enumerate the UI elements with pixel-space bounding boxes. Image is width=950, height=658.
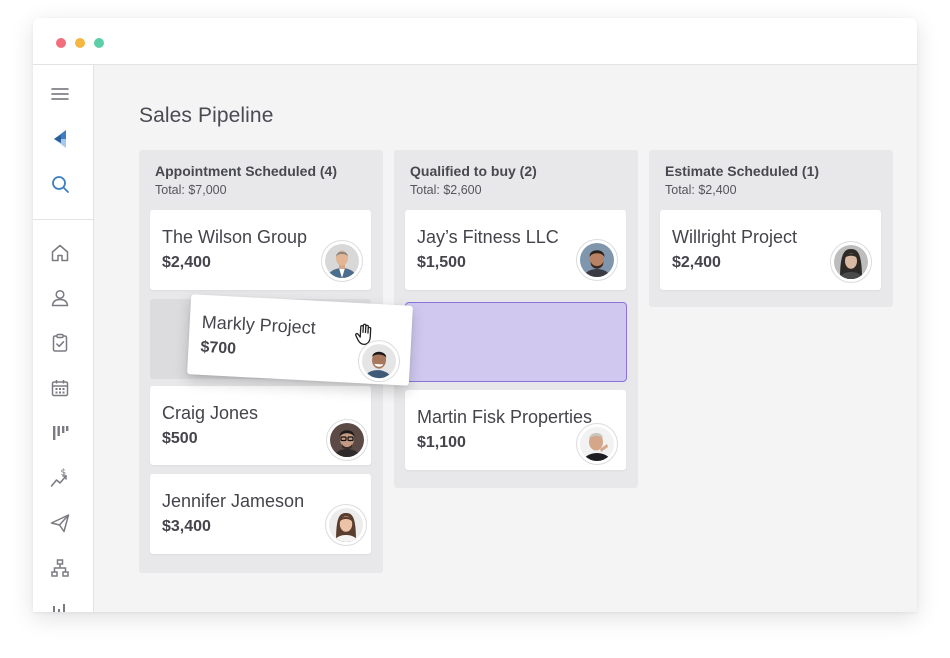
deal-name: Jay’s Fitness LLC (417, 227, 559, 247)
svg-text:$: $ (61, 468, 67, 478)
maximize-window-button[interactable] (94, 38, 104, 48)
deal-card-willright-project[interactable]: Willright Project $2,400 (660, 210, 881, 290)
column-title: Estimate Scheduled (1) (665, 163, 820, 179)
avatar (830, 241, 872, 283)
deal-amount: $1,500 (417, 254, 466, 271)
tasks-icon[interactable] (49, 332, 71, 354)
column-total: Total: $2,400 (665, 183, 737, 197)
deal-name: Willright Project (672, 227, 798, 247)
deal-card-craig-jones[interactable]: Craig Jones $500 (150, 386, 371, 465)
deal-amount: $500 (162, 430, 198, 447)
sales-icon[interactable]: $ (49, 467, 71, 489)
sidebar: $ (33, 65, 94, 612)
avatar (326, 419, 368, 461)
avatar (325, 504, 367, 546)
campaigns-icon[interactable] (49, 512, 71, 534)
deal-name: Martin Fisk Properties (417, 407, 593, 427)
deal-name: Jennifer Jameson (162, 491, 305, 511)
avatar (356, 339, 402, 384)
sidebar-divider (33, 219, 94, 220)
column-total: Total: $7,000 (155, 183, 227, 197)
column-title: Appointment Scheduled (4) (155, 163, 337, 179)
deal-name: Craig Jones (162, 403, 259, 423)
search-icon[interactable] (49, 173, 71, 195)
pipeline-column-estimate-scheduled: Estimate Scheduled (1) Total: $2,400 Wil… (649, 150, 893, 307)
menu-icon[interactable] (49, 83, 71, 105)
deal-card-wilson-group[interactable]: The Wilson Group $2,400 (150, 210, 371, 290)
contacts-icon[interactable] (49, 287, 71, 309)
title-bar (33, 18, 917, 65)
deal-amount: $700 (200, 338, 237, 358)
logo-icon[interactable] (49, 128, 71, 150)
column-title: Qualified to buy (2) (410, 163, 537, 179)
app-window: $ Sales Pipeline Appointment Scheduled (… (33, 18, 917, 612)
avatar (576, 239, 618, 281)
deal-amount: $3,400 (162, 518, 211, 535)
reports-icon[interactable] (49, 600, 71, 612)
deal-card-jays-fitness[interactable]: Jay’s Fitness LLC $1,500 (405, 210, 626, 290)
dragging-card-markly-project[interactable]: Markly Project $700 (187, 294, 413, 386)
deal-name: Markly Project (201, 311, 317, 338)
deal-amount: $1,100 (417, 434, 466, 451)
org-chart-icon[interactable] (49, 557, 71, 579)
deal-amount: $2,400 (672, 254, 721, 271)
avatar (321, 240, 363, 282)
column-total: Total: $2,600 (410, 183, 482, 197)
pipeline-column-qualified-to-buy: Qualified to buy (2) Total: $2,600 Jay’s… (394, 150, 638, 488)
drop-target-slot[interactable] (405, 302, 627, 382)
deal-card-jennifer-jameson[interactable]: Jennifer Jameson $3,400 (150, 474, 371, 554)
calendar-icon[interactable] (49, 377, 71, 399)
pipeline-icon[interactable] (49, 422, 71, 444)
home-icon[interactable] (49, 242, 71, 264)
deal-amount: $2,400 (162, 254, 211, 271)
avatar (576, 423, 618, 465)
deal-card-martin-fisk[interactable]: Martin Fisk Properties $1,100 (405, 390, 626, 470)
minimize-window-button[interactable] (75, 38, 85, 48)
close-window-button[interactable] (56, 38, 66, 48)
page-title: Sales Pipeline (139, 104, 274, 127)
deal-name: The Wilson Group (162, 227, 308, 247)
